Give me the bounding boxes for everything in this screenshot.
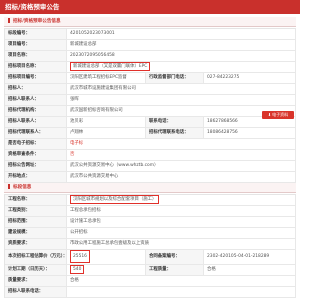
field-value: 新城建设总部	[67, 40, 296, 50]
table-row: 招标范围： 设计施工总承包	[5, 217, 296, 228]
field-label: 建设规模：	[5, 228, 67, 238]
table-row: 是否电子招标： 电子标	[5, 139, 296, 150]
table-row: 招标人： 武汉市城市设施建设集团有限公司	[5, 84, 296, 95]
field-value: 汉阳区建筑工程招标EPC监督	[67, 73, 146, 83]
table-row: 招标公告网址： 武汉公共资源交易中心（www.whztb.com）	[5, 161, 296, 172]
field-label: 资格审查条件：	[5, 150, 67, 160]
download-button[interactable]: ⬇电子资料	[262, 111, 294, 119]
field-value: 工程总承包招标	[67, 206, 296, 216]
field-value: 否	[67, 150, 296, 160]
announcement-info-table: 标段编号： 4201052023073001 项目编号： 新城建设总部 项目名称： 202…	[4, 28, 296, 183]
field-label: 招标代理联系电话：	[146, 128, 204, 138]
field-label: 招标项目名称：	[5, 62, 67, 72]
lot-info-table: 工程名称： 汉阳区城市规划以及综合配套项目（施工） 工程类别： 工程总承包招标 招标范围…	[4, 194, 296, 298]
field-label: 工程名称：	[5, 195, 67, 205]
field-label: 招标公告网址：	[5, 161, 67, 171]
field-value: 市政公用工程施工总承包壹级及以上资质	[67, 239, 296, 249]
highlighted-value: 新城建设总部（又是双赢门联体）EPC	[70, 62, 151, 71]
field-label: 招标代理机构：	[5, 106, 67, 116]
field-label: 资质要求：	[5, 239, 67, 249]
page-title: 招标/资格预审公告	[0, 0, 300, 14]
field-value: 4201052023073001	[67, 29, 296, 39]
field-value: 武汉市城市设施建设集团有限公司	[67, 84, 296, 94]
field-value: 电子标	[67, 139, 296, 149]
table-row: 招标代理机构： 武汉国新招标咨询有限公司	[5, 106, 296, 117]
field-value: 池贝彩	[67, 117, 146, 127]
field-value: 张晖	[67, 95, 296, 105]
field-label: 标段编号：	[5, 29, 67, 39]
download-icon: ⬇	[267, 112, 272, 117]
field-label: 开标地点：	[5, 172, 67, 182]
field-label: 计划工期（日历天）：	[5, 265, 67, 275]
field-label: 招标人联系人：	[5, 95, 67, 105]
field-label: 工程质量：	[146, 265, 204, 275]
field-label: 招标人：	[5, 84, 67, 94]
field-value: 25516	[67, 250, 146, 264]
field-label: 合同备案编号：	[146, 250, 204, 264]
field-value: 合格	[67, 276, 296, 286]
table-row: 开标地点： 武汉市公共资源交易中心	[5, 172, 296, 183]
field-value: 汉阳区城市规划以及综合配套项目（施工）	[67, 195, 296, 205]
table-row: 招标代理联系人： 卢翔林 招标代理联系电话： 18086428756	[5, 128, 296, 139]
field-label: 招标人联系人：	[5, 117, 67, 127]
highlighted-value: 汉阳区城市规划以及综合配套项目（施工）	[70, 195, 160, 204]
table-row: 招标项目编号： 汉阳区建筑工程招标EPC监督 行政监督部门电话： 027-842232…	[5, 73, 296, 84]
field-label: 招标项目编号：	[5, 73, 67, 83]
field-label: 招标人联系电话：	[5, 287, 67, 297]
field-value: 合格	[204, 265, 296, 275]
field-value: 新城建设总部（又是双赢门联体）EPC	[67, 62, 296, 72]
table-row: 项目名称： 2023072095056458	[5, 51, 296, 62]
field-value: 武汉公共资源交易中心（www.whztb.com）	[67, 161, 296, 171]
field-label: 本次招标工程估算价（万元）：	[5, 250, 67, 264]
field-value: 卢翔林	[67, 128, 146, 138]
highlighted-value: 540	[70, 265, 85, 274]
field-value	[67, 287, 296, 297]
table-row: 工程名称： 汉阳区城市规划以及综合配套项目（施工）	[5, 195, 296, 206]
field-value: 540	[67, 265, 146, 275]
field-label: 招标代理联系人：	[5, 128, 67, 138]
field-label: 是否电子招标：	[5, 139, 67, 149]
field-label: 项目名称：	[5, 51, 67, 61]
table-row: 建设规模： 公开招标	[5, 228, 296, 239]
table-row: 计划工期（日历天）： 540 工程质量： 合格	[5, 265, 296, 276]
table-row: 工程类别： 工程总承包招标	[5, 206, 296, 217]
field-label: 招标范围：	[5, 217, 67, 227]
table-row: 资格审查条件：否	[5, 150, 296, 161]
table-row: 招标人联系人： 张晖	[5, 95, 296, 106]
download-button-label: 电子资料	[272, 112, 289, 117]
field-value: 武汉市公共资源交易中心	[67, 172, 296, 182]
table-row: 标段编号： 4201052023073001	[5, 29, 296, 40]
section-header-announcement: 招标/资格预审公告信息	[4, 17, 296, 27]
table-row: 招标项目名称： 新城建设总部（又是双赢门联体）EPC	[5, 62, 296, 73]
table-row: 质量要求： 合格	[5, 276, 296, 287]
field-value: 2302-420105-04-01-218289	[204, 250, 296, 264]
field-label: 质量要求：	[5, 276, 67, 286]
field-label: 行政监督部门电话：	[146, 73, 204, 83]
section-header-lot: 标段信息	[4, 183, 296, 193]
field-label: 联系电话：	[146, 117, 204, 127]
field-value: 设计施工总承包	[67, 217, 296, 227]
field-label: 工程类别：	[5, 206, 67, 216]
table-row: 资质要求： 市政公用工程施工总承包壹级及以上资质	[5, 239, 296, 250]
table-row: 招标人联系人： 池贝彩 联系电话： 18627868566	[5, 117, 296, 128]
field-value: 027-84223275	[204, 73, 296, 83]
field-value: 公开招标	[67, 228, 296, 238]
field-value: 2023072095056458	[67, 51, 296, 61]
table-row: 项目编号： 新城建设总部	[5, 40, 296, 51]
highlighted-value: 25516	[70, 250, 90, 263]
table-row: 本次招标工程估算价（万元）： 25516 合同备案编号： 2302-420105-04…	[5, 250, 296, 265]
field-label: 项目编号：	[5, 40, 67, 50]
table-row: 招标人联系电话：	[5, 287, 296, 298]
field-value: 18086428756	[204, 128, 296, 138]
